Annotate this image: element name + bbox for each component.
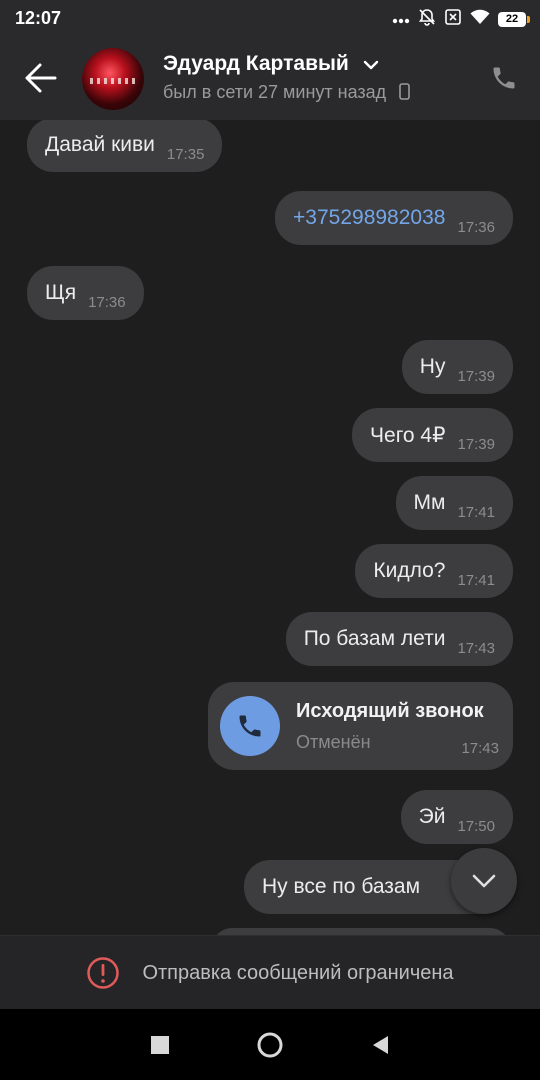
message-bubble[interactable]: +375298982038 17:36	[275, 191, 513, 245]
call-time: 17:43	[461, 740, 499, 757]
back-button[interactable]	[365, 1030, 395, 1060]
message-bubble[interactable]: Кидло? 17:41	[355, 544, 513, 598]
phone-call-icon[interactable]	[490, 64, 518, 92]
message-time: 17:36	[88, 293, 126, 311]
message-text: Ну все по базам	[262, 875, 421, 898]
contact-status: был в сети 27 минут назад	[163, 82, 411, 105]
battery-icon: 22	[498, 12, 530, 27]
system-nav-bar	[0, 1009, 540, 1080]
scroll-down-button[interactable]	[451, 848, 517, 914]
message-bubble[interactable]: По базам лети 17:43	[285, 612, 513, 666]
message-bubble[interactable]: Давай киви 17:35	[27, 120, 223, 172]
back-arrow-icon[interactable]	[22, 60, 60, 96]
wifi-icon	[470, 9, 490, 30]
message-time: 17:43	[457, 639, 495, 657]
contact-name-label: Эдуард Картавый	[163, 52, 349, 75]
square-icon	[151, 1035, 169, 1054]
message-text: Мм	[413, 491, 446, 514]
message-list[interactable]: Давай киви 17:35 +375298982038 17:36 Щя …	[0, 120, 540, 935]
home-button[interactable]	[255, 1030, 285, 1060]
avatar[interactable]	[82, 48, 144, 110]
chevron-down-icon	[363, 52, 379, 76]
message-text: По базам лети	[303, 627, 446, 650]
message-time: 17:39	[457, 435, 495, 453]
message-bubble[interactable]: Эй 17:50	[400, 790, 513, 844]
message-text: Давай киви	[45, 133, 155, 156]
message-time: 17:39	[457, 367, 495, 385]
message-text: Чего 4₽	[370, 423, 446, 447]
call-status: Отменён	[296, 732, 371, 752]
chevron-down-icon	[472, 874, 496, 888]
message-time: 17:35	[166, 145, 205, 163]
circle-icon	[257, 1032, 283, 1057]
message-text: Эй	[418, 805, 446, 828]
phone-number-link[interactable]: +375298982038	[293, 206, 445, 230]
call-bubble[interactable]: Исходящий звонок Отменён 17:43	[208, 682, 513, 770]
call-title: Исходящий звонок	[296, 700, 484, 722]
contact-status-label: был в сети 27 минут назад	[163, 82, 387, 102]
phone-icon	[239, 715, 261, 737]
message-bubble[interactable]: Ну 17:39	[401, 340, 513, 394]
message-text: Щя	[45, 281, 77, 304]
message-time: 17:41	[457, 571, 495, 589]
message-text: Ну	[419, 355, 446, 378]
message-bubble[interactable]: Чего 4₽ 17:39	[352, 408, 513, 462]
warning-icon	[87, 957, 120, 989]
mute-bell-icon	[418, 8, 436, 31]
sim-x-icon	[444, 8, 462, 31]
message-bubble[interactable]: Щя 17:36	[27, 266, 144, 320]
message-bubble[interactable]: Мм 17:41	[395, 476, 513, 530]
restricted-text: Отправка сообщений ограничена	[142, 961, 454, 984]
chat-header: Эдуард Картавый был в сети 27 минут наза…	[0, 36, 540, 120]
contact-name[interactable]: Эдуард Картавый	[163, 52, 379, 76]
call-button[interactable]	[220, 696, 280, 756]
message-time: 17:36	[457, 218, 495, 236]
triangle-back-icon	[373, 1035, 388, 1054]
message-time: 17:50	[457, 817, 495, 835]
dots-icon	[392, 11, 410, 29]
message-bubble-partial[interactable]	[212, 928, 510, 935]
message-time: 17:41	[457, 503, 495, 521]
status-bar: 12:07 22	[0, 0, 540, 36]
mobile-phone-icon	[399, 83, 411, 105]
message-text: Кидло?	[373, 559, 446, 582]
restricted-bar: Отправка сообщений ограничена	[0, 935, 540, 1010]
status-time: 12:07	[15, 8, 62, 28]
status-icons: 22	[392, 8, 530, 31]
recents-button[interactable]	[145, 1030, 175, 1060]
